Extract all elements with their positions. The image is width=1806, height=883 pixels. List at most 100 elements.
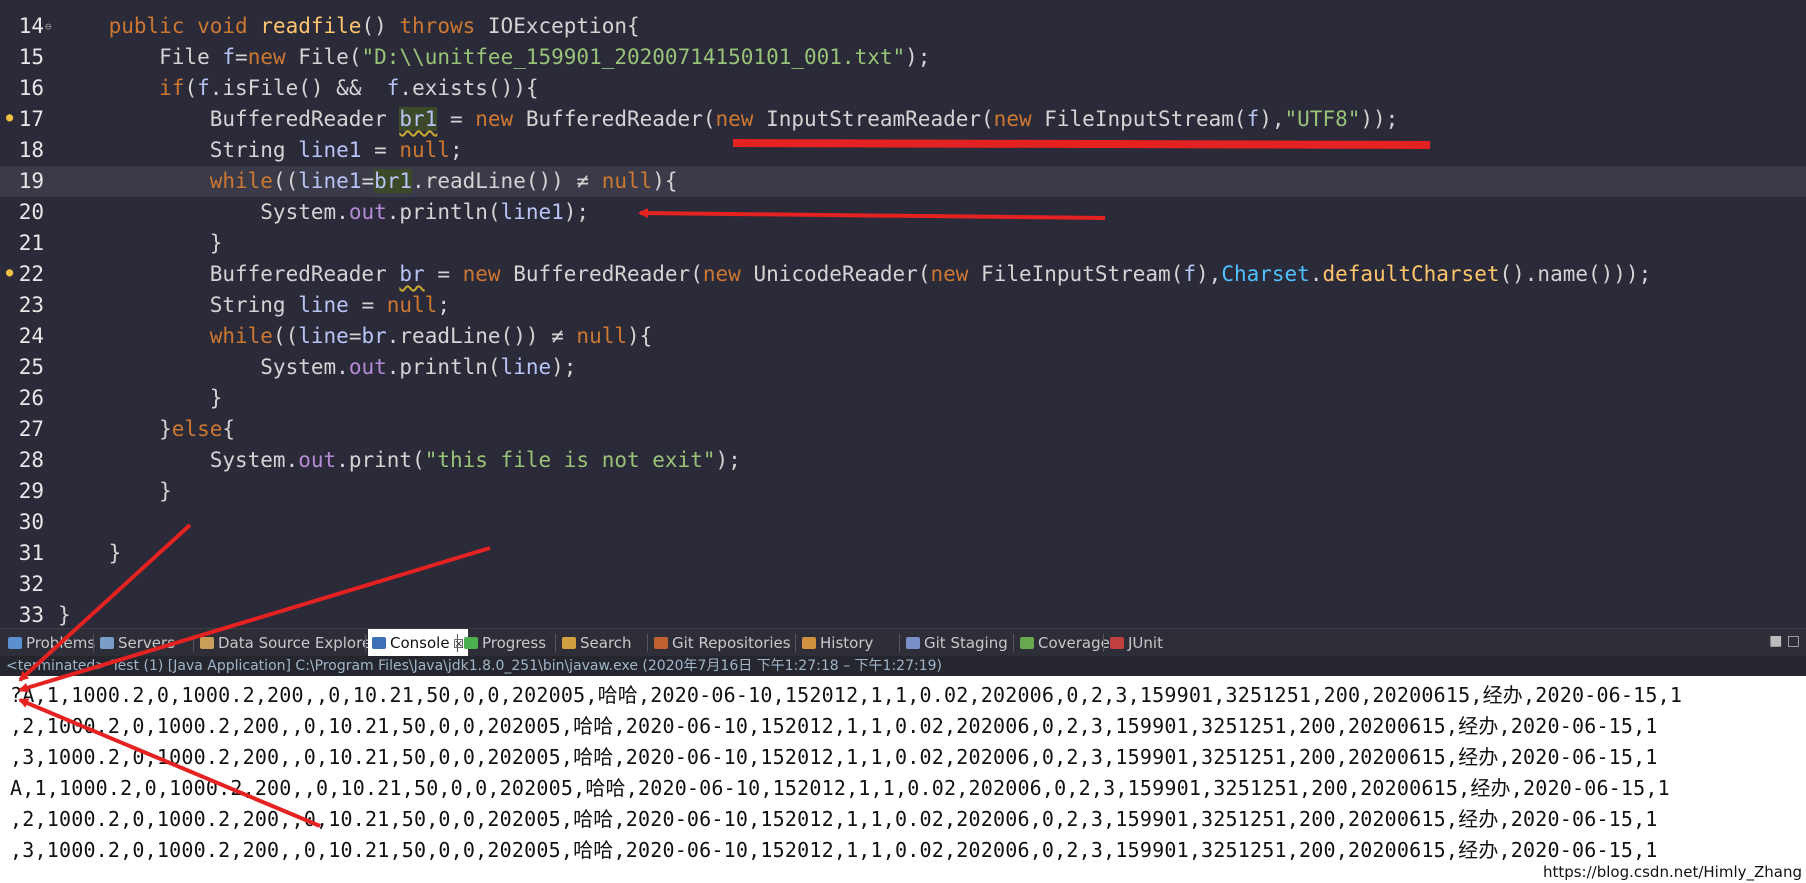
code-token: BufferedReader xyxy=(525,107,703,131)
code-text: }else{ xyxy=(58,414,235,445)
code-token: line1 xyxy=(500,200,564,224)
code-line[interactable]: 32 xyxy=(0,569,1806,600)
code-line[interactable]: 26 } xyxy=(0,383,1806,414)
code-token: .println( xyxy=(386,355,501,379)
code-token: line xyxy=(298,293,349,317)
code-token: void xyxy=(197,14,261,38)
code-line[interactable]: 15 File f=new File("D:\\unitfee_159901_2… xyxy=(0,42,1806,73)
code-line[interactable]: 31 } xyxy=(0,538,1806,569)
code-token: = xyxy=(424,262,463,286)
code-token: } xyxy=(58,386,223,410)
tab-coverage[interactable]: Coverage xyxy=(1016,629,1114,657)
code-text: BufferedReader br = new BufferedReader(n… xyxy=(58,259,1652,290)
servers-icon xyxy=(100,637,114,649)
code-line[interactable]: 22 ● BufferedReader br = new BufferedRead… xyxy=(0,259,1806,290)
code-token: .readLine()) ≠ xyxy=(386,324,577,348)
tab-junit[interactable]: JUnit xyxy=(1106,629,1167,657)
code-text: String line = null; xyxy=(58,290,450,321)
code-line[interactable]: 30 xyxy=(0,507,1806,538)
code-line[interactable]: 28 System.out.print("this file is not ex… xyxy=(0,445,1806,476)
code-token: .println( xyxy=(386,200,501,224)
tab-separator xyxy=(647,634,648,652)
warning-marker-icon[interactable]: ● xyxy=(6,266,14,278)
code-token: File xyxy=(58,45,223,69)
code-line[interactable]: 24 while((line=br.readLine()) ≠ null){ xyxy=(0,321,1806,352)
git-staging-icon xyxy=(906,637,920,649)
code-token: while xyxy=(58,169,273,193)
code-text: } xyxy=(58,228,223,259)
code-token: File xyxy=(298,45,349,69)
code-token: ); xyxy=(905,45,931,69)
line-number: 33 xyxy=(18,603,44,627)
line-number: 16 xyxy=(18,76,44,100)
code-line[interactable]: 21 } xyxy=(0,228,1806,259)
code-token: = xyxy=(361,138,400,162)
code-token: br1 xyxy=(399,107,438,131)
console-output-line: A,1,1000.2,0,1000.2,200,,0,10.21,50,0,0,… xyxy=(10,776,1670,800)
code-line[interactable]: 16 if(f.isFile() && f.exists()){ xyxy=(0,73,1806,104)
code-token: FileInputStream xyxy=(1044,107,1234,131)
tab-history[interactable]: History xyxy=(798,629,877,657)
code-line[interactable]: 14 ⊖ public void readfile() throws IOExce… xyxy=(0,11,1806,42)
code-line[interactable]: 18 String line1 = null; xyxy=(0,135,1806,166)
code-editor[interactable]: 14 ⊖ public void readfile() throws IOExce… xyxy=(0,0,1806,628)
code-line[interactable]: 19 while((line1=br1.readLine()) ≠ null){ xyxy=(0,166,1806,197)
tab-search[interactable]: Search xyxy=(558,629,636,657)
console-icon xyxy=(372,637,386,649)
code-line[interactable]: 25 System.out.println(line); xyxy=(0,352,1806,383)
tab-separator xyxy=(795,634,796,652)
tab-label: History xyxy=(820,634,874,652)
code-token: "D:\\unitfee_159901_20200714150101_001.t… xyxy=(361,45,906,69)
code-token: .exists()){ xyxy=(399,76,539,100)
code-token: . xyxy=(336,200,349,224)
code-text: File f=new File("D:\\unitfee_159901_2020… xyxy=(58,42,930,73)
code-token: while xyxy=(58,324,273,348)
code-token: new xyxy=(702,262,754,286)
code-token: ( xyxy=(1170,262,1184,286)
tab-separator xyxy=(1013,634,1014,652)
code-token: ){ xyxy=(627,324,653,348)
panel-window-controls[interactable]: ■ □ xyxy=(1769,633,1800,649)
line-number: 28 xyxy=(18,448,44,472)
tab-console[interactable]: Console ☒ xyxy=(368,629,469,657)
code-token: } xyxy=(58,603,71,627)
console-output-line: ,3,1000.2,0,1000.2,200,,0,10.21,50,0,0,2… xyxy=(10,745,1658,769)
code-token: (( xyxy=(272,324,299,348)
tab-label: JUnit xyxy=(1128,634,1163,652)
tab-label: Search xyxy=(580,634,632,652)
code-token: = xyxy=(361,169,375,193)
warning-marker-icon[interactable]: ● xyxy=(6,111,14,123)
code-token: if xyxy=(58,76,185,100)
code-text: System.out.println(line1); xyxy=(58,197,589,228)
code-token: Charset xyxy=(1221,262,1310,286)
tab-git-repositories[interactable]: Git Repositories xyxy=(650,629,795,657)
code-line[interactable]: 17 ● BufferedReader br1 = new BufferedRea… xyxy=(0,104,1806,135)
code-token: f xyxy=(1246,107,1260,131)
code-text: } xyxy=(58,383,223,414)
line-number: 15 xyxy=(18,45,44,69)
code-line[interactable]: 20 System.out.println(line1); xyxy=(0,197,1806,228)
tab-servers[interactable]: Servers xyxy=(96,629,179,657)
console-status: <terminated> Test (1) [Java Application]… xyxy=(0,656,1806,676)
code-token: System xyxy=(58,200,337,224)
console-output[interactable]: ?A,1,1000.2,0,1000.2,200,,0,10.21,50,0,0… xyxy=(0,676,1806,883)
tab-data-source-explorer[interactable]: Data Source Explorer xyxy=(196,629,381,657)
code-line[interactable]: 23 String line = null; xyxy=(0,290,1806,321)
code-text: while((line1=br1.readLine()) ≠ null){ xyxy=(58,166,678,197)
code-line[interactable]: 27 }else{ xyxy=(0,414,1806,445)
code-line[interactable]: 33} xyxy=(0,600,1806,628)
code-token: new xyxy=(715,107,767,131)
code-token: } xyxy=(58,417,172,441)
code-line[interactable]: 29 } xyxy=(0,476,1806,507)
tab-problems[interactable]: Problems xyxy=(4,629,99,657)
code-token: ( xyxy=(1233,107,1247,131)
tab-git-staging[interactable]: Git Staging xyxy=(902,629,1012,657)
code-token: ( xyxy=(702,107,716,131)
line-number: 23 xyxy=(18,293,44,317)
code-token: ), xyxy=(1196,262,1222,286)
code-text: public void readfile() throws IOExceptio… xyxy=(58,11,640,42)
tab-label: Data Source Explorer xyxy=(218,634,378,652)
code-token: ().name())); xyxy=(1499,262,1652,286)
tab-progress[interactable]: Progress xyxy=(460,629,550,657)
fold-toggle-icon[interactable]: ⊖ xyxy=(45,11,52,42)
